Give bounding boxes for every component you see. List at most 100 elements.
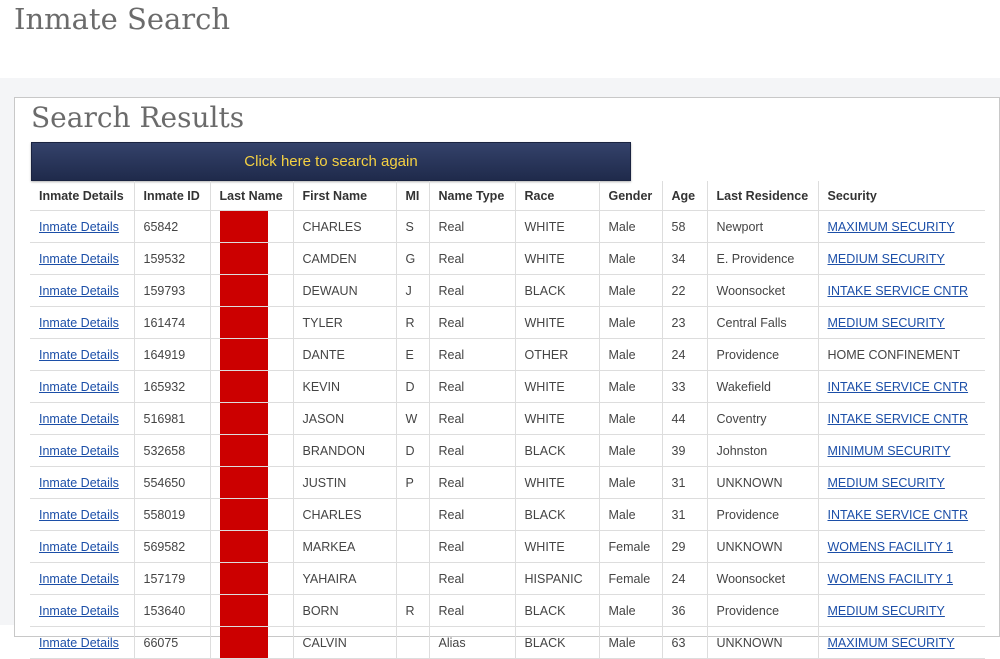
security-cell: MEDIUM SECURITY <box>818 242 985 275</box>
race-cell: WHITE <box>515 402 600 435</box>
column-header-gender: Gender <box>599 181 663 211</box>
age-cell: 36 <box>662 594 708 627</box>
security-link[interactable]: WOMENS FACILITY 1 <box>828 572 954 586</box>
redaction-block <box>219 403 268 434</box>
age-cell: 31 <box>662 466 708 499</box>
race-cell: WHITE <box>515 530 600 563</box>
residence-cell: Wakefield <box>707 370 819 403</box>
security-link[interactable]: MEDIUM SECURITY <box>828 604 945 618</box>
security-link[interactable]: MEDIUM SECURITY <box>828 316 945 330</box>
inmate-details-link[interactable]: Inmate Details <box>39 284 119 298</box>
gender-cell: Male <box>599 594 663 627</box>
inmate-details-cell: Inmate Details <box>30 306 135 339</box>
inmate-details-cell: Inmate Details <box>30 402 135 435</box>
inmate-details-cell: Inmate Details <box>30 594 135 627</box>
residence-cell: UNKNOWN <box>707 626 819 659</box>
column-header-name-type: Name Type <box>429 181 516 211</box>
table-row: Inmate Details 66075 CALVIN Alias BLACK Male 6… <box>30 626 985 659</box>
table-row: Inmate Details 554650 JUSTIN P Real WHITE Male… <box>30 466 985 499</box>
first-cell: DANTE <box>293 338 397 371</box>
residence-cell: Providence <box>707 338 819 371</box>
inmate-details-cell: Inmate Details <box>30 466 135 499</box>
inmate-details-link[interactable]: Inmate Details <box>39 220 119 234</box>
inmate-details-link[interactable]: Inmate Details <box>39 412 119 426</box>
security-cell: MINIMUM SECURITY <box>818 434 985 467</box>
inmate-details-link[interactable]: Inmate Details <box>39 316 119 330</box>
gender-cell: Male <box>599 338 663 371</box>
security-link[interactable]: INTAKE SERVICE CNTR <box>828 284 969 298</box>
inmate-details-link[interactable]: Inmate Details <box>39 636 119 650</box>
id-cell: 569582 <box>134 530 211 563</box>
security-link[interactable]: WOMENS FACILITY 1 <box>828 540 954 554</box>
first-cell: DEWAUN <box>293 274 397 307</box>
id-cell: 159793 <box>134 274 211 307</box>
security-link[interactable]: MEDIUM SECURITY <box>828 252 945 266</box>
mi-cell <box>396 498 430 531</box>
inmate-details-cell: Inmate Details <box>30 338 135 371</box>
table-row: Inmate Details 532658 BRANDON D Real BLACK Mal… <box>30 434 985 467</box>
table-row: Inmate Details 165932 KEVIN D Real WHITE Male 3… <box>30 370 985 403</box>
inmate-details-link[interactable]: Inmate Details <box>39 508 119 522</box>
last-name-cell <box>210 306 294 339</box>
mi-cell <box>396 530 430 563</box>
security-link[interactable]: INTAKE SERVICE CNTR <box>828 508 969 522</box>
security-cell: WOMENS FACILITY 1 <box>818 562 985 595</box>
inmate-details-link[interactable]: Inmate Details <box>39 604 119 618</box>
inmate-details-link[interactable]: Inmate Details <box>39 252 119 266</box>
last-name-cell <box>210 210 294 243</box>
security-link[interactable]: MAXIMUM SECURITY <box>828 636 955 650</box>
residence-cell: Johnston <box>707 434 819 467</box>
last-name-cell <box>210 626 294 659</box>
security-link[interactable]: MAXIMUM SECURITY <box>828 220 955 234</box>
race-cell: BLACK <box>515 434 600 467</box>
security-cell: HOME CONFINEMENT <box>818 338 985 371</box>
gender-cell: Male <box>599 274 663 307</box>
residence-cell: E. Providence <box>707 242 819 275</box>
inmate-details-link[interactable]: Inmate Details <box>39 444 119 458</box>
residence-cell: UNKNOWN <box>707 466 819 499</box>
mi-cell: P <box>396 466 430 499</box>
column-header-age: Age <box>662 181 708 211</box>
redaction-block <box>219 275 268 306</box>
id-cell: 164919 <box>134 338 211 371</box>
security-cell: MEDIUM SECURITY <box>818 466 985 499</box>
security-cell: INTAKE SERVICE CNTR <box>818 370 985 403</box>
inmate-details-link[interactable]: Inmate Details <box>39 572 119 586</box>
id-cell: 165932 <box>134 370 211 403</box>
id-cell: 516981 <box>134 402 211 435</box>
inmate-details-cell: Inmate Details <box>30 530 135 563</box>
redaction-block <box>219 531 268 562</box>
inmate-details-link[interactable]: Inmate Details <box>39 348 119 362</box>
inmate-details-cell: Inmate Details <box>30 562 135 595</box>
table-header-row: Inmate Details Inmate ID Last Name First Na… <box>30 181 985 211</box>
mi-cell: W <box>396 402 430 435</box>
column-header-inmate-details: Inmate Details <box>30 181 135 211</box>
column-header-mi: MI <box>396 181 430 211</box>
table-row: Inmate Details 161474 TYLER R Real WHITE Male 2… <box>30 306 985 339</box>
mi-cell: R <box>396 306 430 339</box>
security-link[interactable]: MINIMUM SECURITY <box>828 444 951 458</box>
security-link[interactable]: INTAKE SERVICE CNTR <box>828 380 969 394</box>
mi-cell: D <box>396 434 430 467</box>
last-name-cell <box>210 498 294 531</box>
mi-cell: S <box>396 210 430 243</box>
age-cell: 34 <box>662 242 708 275</box>
age-cell: 44 <box>662 402 708 435</box>
age-cell: 58 <box>662 210 708 243</box>
redaction-block <box>219 243 268 274</box>
race-cell: WHITE <box>515 242 600 275</box>
mi-cell: E <box>396 338 430 371</box>
inmate-details-link[interactable]: Inmate Details <box>39 540 119 554</box>
gender-cell: Female <box>599 562 663 595</box>
race-cell: WHITE <box>515 370 600 403</box>
redaction-block <box>219 339 268 370</box>
security-cell: MAXIMUM SECURITY <box>818 210 985 243</box>
first-cell: CHARLES <box>293 498 397 531</box>
search-again-button[interactable]: Click here to search again <box>31 142 631 181</box>
security-link[interactable]: MEDIUM SECURITY <box>828 476 945 490</box>
inmate-details-cell: Inmate Details <box>30 274 135 307</box>
column-header-race: Race <box>515 181 600 211</box>
inmate-details-link[interactable]: Inmate Details <box>39 476 119 490</box>
security-link[interactable]: INTAKE SERVICE CNTR <box>828 412 969 426</box>
inmate-details-link[interactable]: Inmate Details <box>39 380 119 394</box>
